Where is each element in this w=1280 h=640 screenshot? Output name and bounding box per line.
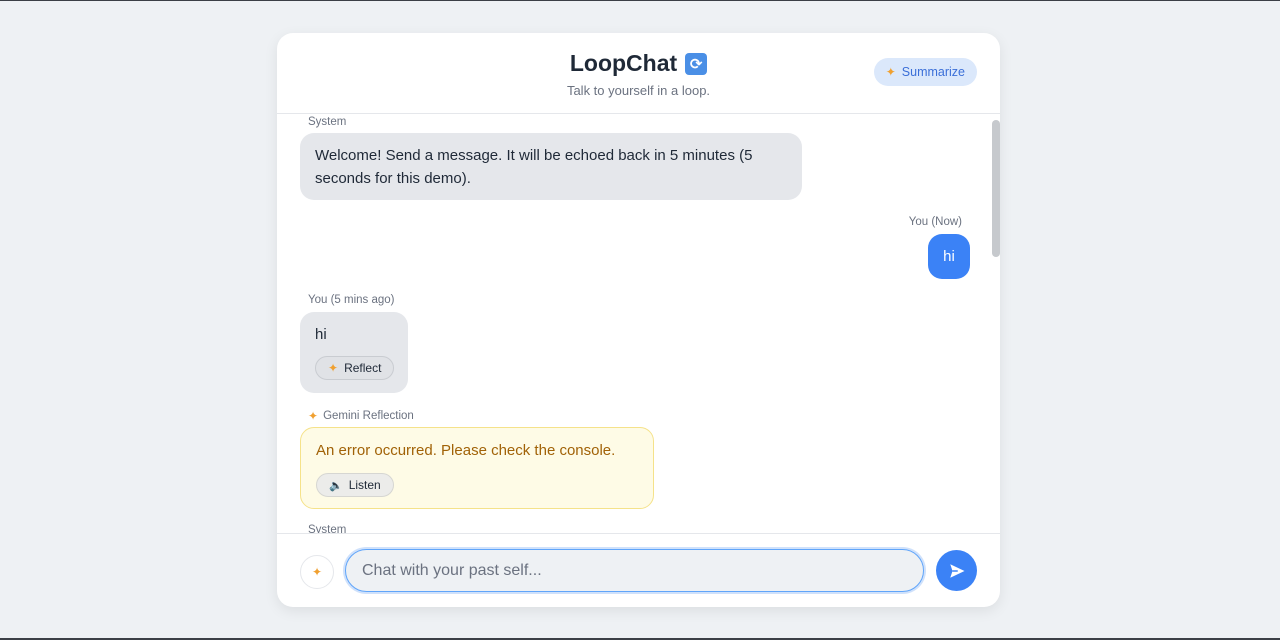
message-sender-system: System <box>308 116 347 128</box>
listen-button[interactable]: 🔈 Listen <box>316 473 394 497</box>
reflection-sender-label: Gemini Reflection <box>323 410 414 422</box>
composer-bar: ✦ <box>277 533 1000 607</box>
past-message-bubble: hi ✦ Reflect <box>300 312 408 393</box>
sparkle-icon: ✦ <box>328 361 339 375</box>
chat-header: LoopChat ⟳ Talk to yourself in a loop. ✦… <box>277 33 1000 114</box>
user-message-bubble: hi <box>928 234 970 279</box>
speaker-icon: 🔈 <box>329 478 343 492</box>
summarize-button[interactable]: ✦ Summarize <box>873 58 977 86</box>
listen-label: Listen <box>348 478 381 492</box>
sparkle-icon: ✦ <box>311 565 323 579</box>
scrollbar-thumb[interactable] <box>992 120 1000 257</box>
message-sender-you-now: You (Now) <box>908 216 962 228</box>
message-text: An error occurred. Please check the cons… <box>316 442 616 459</box>
message-sender-you-past: You (5 mins ago) <box>308 294 395 306</box>
message-sender-reflection: ✦ Gemini Reflection <box>308 409 414 423</box>
app-title: LoopChat <box>569 50 678 76</box>
sparkle-icon: ✦ <box>308 409 319 423</box>
chat-window: LoopChat ⟳ Talk to yourself in a loop. ✦… <box>277 33 1000 607</box>
reflection-message-bubble: An error occurred. Please check the cons… <box>300 427 654 509</box>
send-button[interactable] <box>936 550 977 591</box>
message-text: hi <box>943 248 955 265</box>
send-icon <box>949 563 964 578</box>
system-message-bubble: Welcome! Send a message. It will be echo… <box>300 133 802 200</box>
window-top-border <box>0 0 1280 1</box>
message-sender-system: System <box>308 524 347 533</box>
reflect-label: Reflect <box>344 361 382 375</box>
sparkle-icon: ✦ <box>885 65 896 79</box>
magic-suggest-button[interactable]: ✦ <box>300 555 334 589</box>
reflect-button[interactable]: ✦ Reflect <box>315 356 395 380</box>
message-text: hi <box>315 326 327 343</box>
chat-input[interactable] <box>345 549 924 592</box>
loop-arrows-icon: ⟳ <box>685 52 708 75</box>
message-scrollbar[interactable] <box>988 114 1000 533</box>
message-text: Welcome! Send a message. It will be echo… <box>315 147 753 187</box>
summarize-label: Summarize <box>901 65 965 79</box>
message-list[interactable]: System Welcome! Send a message. It will … <box>277 114 1000 533</box>
